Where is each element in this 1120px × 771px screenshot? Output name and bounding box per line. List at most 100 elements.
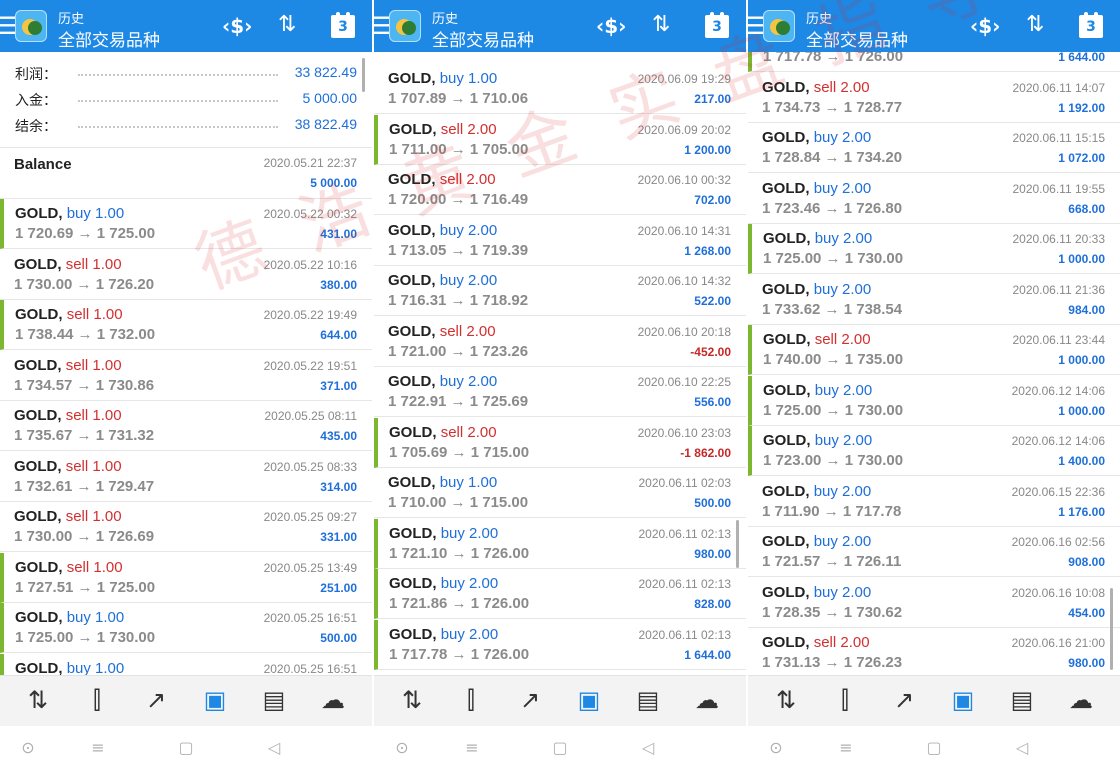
newspaper-icon[interactable]: ▤ <box>632 684 664 716</box>
trade-profit: 702.00 <box>694 193 731 207</box>
trade-row[interactable]: GOLD, buy 2.00 1 713.05 → 1 719.39 2020.06… <box>374 216 746 266</box>
trade-row[interactable]: GOLD, sell 2.00 1 740.00 → 1 735.00 2020.0… <box>748 325 1120 375</box>
nav-back-icon[interactable]: ◁ <box>636 738 660 758</box>
history-list[interactable]: 利润： 33 822.49 入金： 5 000.00 结余： 38 822.49… <box>0 52 372 675</box>
trade-row[interactable]: GOLD, buy 2.00 1 728.84 → 1 734.20 2020.06… <box>748 123 1120 173</box>
arrows-up-down-icon[interactable]: ⇅ <box>396 684 428 716</box>
trade-row[interactable]: GOLD, buy 1.00 2020.05.25 16:51 <box>0 653 372 676</box>
trade-row[interactable]: GOLD, buy 2.00 1 728.35 → 1 730.62 2020.06… <box>748 578 1120 628</box>
scrollbar[interactable] <box>362 58 365 92</box>
trade-row[interactable]: GOLD, buy 2.00 1 723.46 → 1 726.80 2020.06… <box>748 174 1120 224</box>
trade-row[interactable]: GOLD, sell 1.00 1 734.57 → 1 730.86 2020.0… <box>0 351 372 401</box>
trade-row[interactable]: GOLD, buy 2.00 1 725.00 → 1 730.00 2020.06… <box>748 224 1120 274</box>
trade-date: 2020.06.12 14:06 <box>1011 383 1105 398</box>
candlestick-icon[interactable]: ⫿ <box>455 684 487 716</box>
trade-row[interactable]: GOLD, sell 2.00 1 721.00 → 1 723.26 2020.0… <box>374 317 746 367</box>
trade-row[interactable]: GOLD, sell 1.00 1 727.51 → 1 725.00 2020.0… <box>0 552 372 603</box>
nav-circle-icon[interactable]: ⊙ <box>390 738 414 758</box>
trade-date: 2020.06.11 21:36 <box>1012 282 1105 297</box>
trade-row[interactable]: GOLD, buy 1.00 1 720.69 → 1 725.00 2020.05… <box>0 199 372 249</box>
symbol-filter-title[interactable]: 全部交易品种 <box>432 26 534 51</box>
app-logo-icon[interactable] <box>389 10 421 42</box>
arrows-up-down-icon[interactable]: ⇅ <box>770 684 802 716</box>
trend-icon[interactable]: ↗ <box>514 684 546 716</box>
calendar-icon[interactable]: 3 <box>331 12 355 38</box>
history-list[interactable]: 1 717.78 → 1 726.00 1 644.00 GOLD, sell 2.… <box>748 52 1120 675</box>
inbox-icon[interactable]: ▣ <box>573 684 605 716</box>
system-nav-bar: ⊙ ≡ ▢ ◁ <box>374 726 746 771</box>
nav-home-icon[interactable]: ▢ <box>548 738 572 758</box>
newspaper-icon[interactable]: ▤ <box>1006 684 1038 716</box>
trade-prices: 1 723.00 → 1 730.00 <box>763 452 904 469</box>
nav-circle-icon[interactable]: ⊙ <box>16 738 40 758</box>
chat-icon[interactable]: ☁ <box>317 684 349 716</box>
trade-row[interactable]: GOLD, sell 2.00 1 731.13 → 1 726.23 2020.0… <box>748 628 1120 675</box>
trade-row[interactable]: GOLD, sell 2.00 1 711.00 → 1 705.00 2020.0… <box>374 114 746 165</box>
trade-row[interactable]: GOLD, sell 1.00 1 732.61 → 1 729.47 2020.0… <box>0 452 372 502</box>
trade-row[interactable]: GOLD, sell 1.00 1 738.44 → 1 732.00 2020.0… <box>0 300 372 350</box>
currency-swap-icon[interactable]: ‹$› <box>596 14 626 42</box>
symbol-filter-title[interactable]: 全部交易品种 <box>58 26 160 51</box>
nav-circle-icon[interactable]: ⊙ <box>764 738 788 758</box>
balance-row[interactable]: Balance 2020.05.21 22:37 5 000.00 <box>0 148 372 199</box>
chat-icon[interactable]: ☁ <box>1065 684 1097 716</box>
trade-row[interactable]: GOLD, buy 2.00 1 721.57 → 1 726.11 2020.06… <box>748 527 1120 577</box>
trade-row[interactable]: GOLD, buy 2.00 1 722.91 → 1 725.69 2020.06… <box>374 367 746 417</box>
nav-back-icon[interactable]: ◁ <box>1010 738 1034 758</box>
calendar-icon[interactable]: 3 <box>705 12 729 38</box>
trade-side: buy 2.00 <box>813 179 872 197</box>
trade-row[interactable]: GOLD, buy 2.00 1 725.00 → 1 730.00 2020.06… <box>748 375 1120 426</box>
trade-row[interactable]: GOLD, buy 1.00 1 707.89 → 1 710.06 2020.06… <box>374 64 746 114</box>
inbox-icon[interactable]: ▣ <box>199 684 231 716</box>
sort-icon[interactable]: ⇅ <box>652 12 670 40</box>
trade-row[interactable]: GOLD, sell 2.00 1 705.69 → 1 715.00 2020.0… <box>374 417 746 468</box>
nav-home-icon[interactable]: ▢ <box>174 738 198 758</box>
trade-row[interactable]: GOLD, sell 2.00 1 720.00 → 1 716.49 2020.0… <box>374 165 746 215</box>
trade-date: 2020.05.25 16:51 <box>263 661 357 676</box>
trade-prices: 1 725.00 → 1 730.00 <box>763 401 904 419</box>
sort-icon[interactable]: ⇅ <box>1026 12 1044 40</box>
trade-row[interactable]: GOLD, buy 1.00 1 710.00 → 1 715.00 2020.06… <box>374 468 746 518</box>
trade-row[interactable]: GOLD, buy 2.00 1 721.86 → 1 726.00 2020.06… <box>374 569 746 619</box>
trade-row[interactable]: GOLD, buy 2.00 1 717.78 → 1 726.00 2020.06… <box>374 619 746 670</box>
sort-icon[interactable]: ⇅ <box>278 12 296 40</box>
nav-menu-icon[interactable]: ≡ <box>834 738 858 758</box>
history-list[interactable]: GOLD, buy 1.00 1 707.89 → 1 710.06 2020.06… <box>374 52 746 675</box>
arrows-up-down-icon[interactable]: ⇅ <box>22 684 54 716</box>
trade-row[interactable]: GOLD, buy 2.00 1 723.00 → 1 730.00 2020.06… <box>748 426 1120 476</box>
candlestick-icon[interactable]: ⫿ <box>81 684 113 716</box>
trade-row[interactable]: GOLD, sell 1.00 1 730.00 → 1 726.69 2020.0… <box>0 502 372 552</box>
scrollbar[interactable] <box>736 520 739 568</box>
inbox-icon[interactable]: ▣ <box>947 684 979 716</box>
trade-row[interactable]: GOLD, buy 2.00 1 721.10 → 1 726.00 2020.06… <box>374 518 746 569</box>
trade-symbol: GOLD, sell 1.00 <box>14 255 122 273</box>
app-logo-icon[interactable] <box>763 10 795 42</box>
chat-icon[interactable]: ☁ <box>691 684 723 716</box>
trade-prices: 1 707.89 → 1 710.06 <box>388 90 529 107</box>
trade-row[interactable]: GOLD, buy 2.00 1 733.62 → 1 738.54 2020.06… <box>748 275 1120 325</box>
trade-row[interactable]: GOLD, sell 1.00 1 735.67 → 1 731.32 2020.0… <box>0 401 372 451</box>
calendar-icon[interactable]: 3 <box>1079 12 1103 38</box>
nav-menu-icon[interactable]: ≡ <box>460 738 484 758</box>
trade-row[interactable]: 1 717.78 → 1 726.00 1 644.00 <box>748 52 1120 72</box>
nav-home-icon[interactable]: ▢ <box>922 738 946 758</box>
nav-menu-icon[interactable]: ≡ <box>86 738 110 758</box>
trade-prices: 1 721.86 → 1 726.00 <box>389 595 530 612</box>
currency-swap-icon[interactable]: ‹$› <box>970 14 1000 42</box>
trade-row[interactable]: GOLD, buy 2.00 1 716.31 → 1 718.92 2020.06… <box>374 266 746 316</box>
trade-row[interactable]: GOLD, buy 1.00 1 725.00 → 1 730.00 2020.05… <box>0 603 372 653</box>
app-logo-icon[interactable] <box>15 10 47 42</box>
candlestick-icon[interactable]: ⫿ <box>829 684 861 716</box>
trade-row[interactable]: GOLD, sell 2.00 1 734.73 → 1 728.77 2020.0… <box>748 73 1120 123</box>
scrollbar[interactable] <box>1110 588 1113 670</box>
nav-back-icon[interactable]: ◁ <box>262 738 286 758</box>
symbol-name: GOLD <box>762 280 806 298</box>
trade-row[interactable]: GOLD, buy 2.00 1 711.90 → 1 717.78 2020.06… <box>748 477 1120 527</box>
symbol-filter-title[interactable]: 全部交易品种 <box>806 26 908 51</box>
trend-icon[interactable]: ↗ <box>140 684 172 716</box>
currency-swap-icon[interactable]: ‹$› <box>222 14 252 42</box>
summary-row-balance: 结余： 38 822.49 <box>0 116 372 140</box>
newspaper-icon[interactable]: ▤ <box>258 684 290 716</box>
trend-icon[interactable]: ↗ <box>888 684 920 716</box>
trade-row[interactable]: GOLD, sell 1.00 1 730.00 → 1 726.20 2020.0… <box>0 250 372 300</box>
